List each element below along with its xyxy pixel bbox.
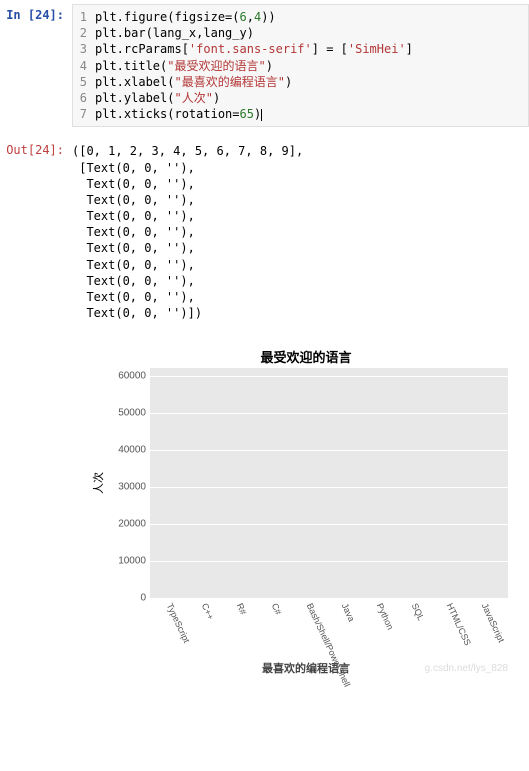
chart-bars: TypeScriptC++R#C#Bash/Shell/PowerShellJa… xyxy=(150,368,508,598)
code-line: 5plt.xlabel("最喜欢的编程语言") xyxy=(73,74,522,90)
chart-gridline xyxy=(150,413,508,414)
output-cell: Out[24]: ([0, 1, 2, 3, 4, 5, 6, 7, 8, 9]… xyxy=(0,135,529,333)
output-text: ([0, 1, 2, 3, 4, 5, 6, 7, 8, 9], [Text(0… xyxy=(72,139,529,325)
code-line: 7plt.xticks(rotation=65) xyxy=(73,106,522,122)
chart-gridline xyxy=(150,376,508,377)
chart-gridline xyxy=(150,450,508,451)
code-content: plt.xlabel("最喜欢的编程语言") xyxy=(95,74,292,90)
line-number: 5 xyxy=(73,74,95,90)
code-content: plt.ylabel("人次") xyxy=(95,90,220,106)
line-number: 6 xyxy=(73,90,95,106)
code-content: plt.rcParams['font.sans-serif'] = ['SimH… xyxy=(95,41,413,57)
chart-ytick: 10000 xyxy=(100,556,146,567)
in-prompt: In [24]: xyxy=(0,4,72,127)
code-content: plt.figure(figsize=(6,4)) xyxy=(95,9,276,25)
chart-gridline xyxy=(150,561,508,562)
code-line: 4plt.title("最受欢迎的语言") xyxy=(73,58,522,74)
code-content: plt.xticks(rotation=65) xyxy=(95,106,262,122)
code-content: plt.title("最受欢迎的语言") xyxy=(95,58,273,74)
chart-ytick: 30000 xyxy=(100,482,146,493)
line-number: 4 xyxy=(73,58,95,74)
code-line: 3plt.rcParams['font.sans-serif'] = ['Sim… xyxy=(73,41,522,57)
chart-ytick: 40000 xyxy=(100,444,146,455)
line-number: 1 xyxy=(73,9,95,25)
code-line: 2plt.bar(lang_x,lang_y) xyxy=(73,25,522,41)
input-cell: In [24]: 1plt.figure(figsize=(6,4))2plt.… xyxy=(0,0,529,135)
chart: 最受欢迎的语言 人次 TypeScriptC++R#C#Bash/Shell/P… xyxy=(96,341,516,676)
chart-ytick: 20000 xyxy=(100,519,146,530)
code-line: 1plt.figure(figsize=(6,4)) xyxy=(73,9,522,25)
cursor-caret xyxy=(261,109,262,121)
chart-gridline xyxy=(150,487,508,488)
out-prompt: Out[24]: xyxy=(0,139,72,325)
chart-ytick: 60000 xyxy=(100,370,146,381)
chart-ytick: 50000 xyxy=(100,407,146,418)
code-input-area[interactable]: 1plt.figure(figsize=(6,4))2plt.bar(lang_… xyxy=(72,4,529,127)
chart-plot-area: TypeScriptC++R#C#Bash/Shell/PowerShellJa… xyxy=(150,368,508,598)
code-line: 6plt.ylabel("人次") xyxy=(73,90,522,106)
line-number: 2 xyxy=(73,25,95,41)
code-content: plt.bar(lang_x,lang_y) xyxy=(95,25,254,41)
chart-title: 最受欢迎的语言 xyxy=(96,341,516,368)
chart-ytick: 0 xyxy=(100,593,146,604)
line-number: 7 xyxy=(73,106,95,122)
line-number: 3 xyxy=(73,41,95,57)
chart-gridline xyxy=(150,598,508,599)
chart-gridline xyxy=(150,524,508,525)
